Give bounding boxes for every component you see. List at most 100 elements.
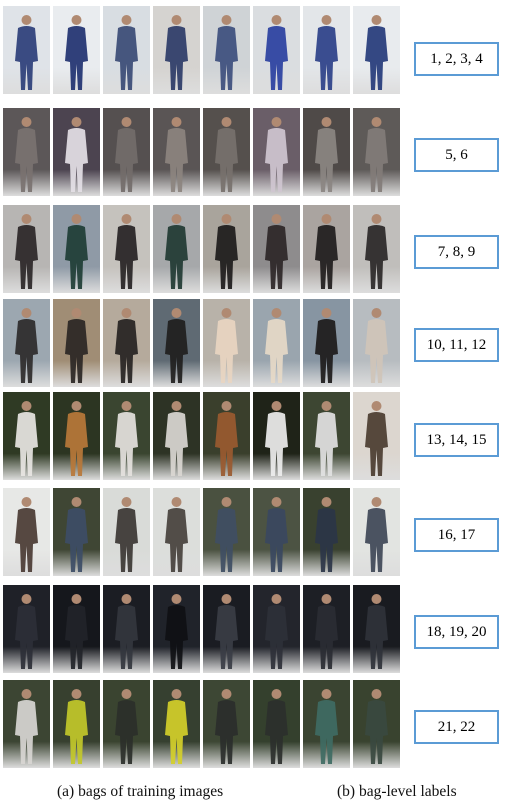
person-figure-icon [115, 401, 138, 476]
training-image-thumbnail [353, 585, 400, 673]
person-figure-icon [265, 308, 288, 383]
training-image-thumbnail [103, 488, 150, 576]
person-figure-icon [215, 497, 238, 572]
training-image-thumbnail [353, 6, 400, 94]
training-image-thumbnail [103, 205, 150, 293]
person-figure-icon [265, 214, 288, 289]
training-image-thumbnail [103, 299, 150, 387]
training-image-thumbnail [303, 585, 350, 673]
bag-label-box: 18, 19, 20 [414, 615, 499, 649]
bag-label-box: 16, 17 [414, 518, 499, 552]
training-image-thumbnail [53, 299, 100, 387]
training-image-bags [0, 0, 405, 780]
training-image-thumbnail [153, 585, 200, 673]
training-image-thumbnail [353, 392, 400, 480]
training-image-thumbnail [253, 585, 300, 673]
person-figure-icon [215, 594, 238, 669]
person-figure-icon [315, 689, 338, 764]
person-figure-icon [315, 401, 338, 476]
bag-label-box: 1, 2, 3, 4 [414, 42, 499, 76]
person-figure-icon [115, 15, 138, 90]
training-image-thumbnail [3, 108, 50, 196]
person-figure-icon [15, 594, 38, 669]
person-figure-icon [15, 308, 38, 383]
person-figure-icon [15, 15, 38, 90]
person-figure-icon [315, 15, 338, 90]
training-image-thumbnail [253, 205, 300, 293]
person-figure-icon [265, 497, 288, 572]
person-figure-icon [15, 214, 38, 289]
person-figure-icon [365, 497, 388, 572]
person-figure-icon [265, 594, 288, 669]
person-figure-icon [315, 117, 338, 192]
caption-training-images: (a) bags of training images [57, 783, 224, 800]
training-image-thumbnail [203, 585, 250, 673]
training-image-thumbnail [53, 108, 100, 196]
person-figure-icon [115, 214, 138, 289]
person-figure-icon [215, 401, 238, 476]
training-image-thumbnail [253, 6, 300, 94]
person-figure-icon [15, 689, 38, 764]
person-figure-icon [315, 214, 338, 289]
person-figure-icon [65, 401, 88, 476]
person-figure-icon [215, 15, 238, 90]
person-figure-icon [115, 497, 138, 572]
person-figure-icon [115, 689, 138, 764]
training-image-thumbnail [3, 680, 50, 768]
training-image-thumbnail [303, 299, 350, 387]
training-image-thumbnail [253, 299, 300, 387]
person-figure-icon [365, 594, 388, 669]
training-image-thumbnail [253, 392, 300, 480]
person-figure-icon [65, 214, 88, 289]
person-figure-icon [165, 117, 188, 192]
training-image-thumbnail [53, 6, 100, 94]
training-image-thumbnail [153, 392, 200, 480]
person-figure-icon [15, 401, 38, 476]
training-image-thumbnail [53, 488, 100, 576]
person-figure-icon [265, 15, 288, 90]
person-figure-icon [165, 689, 188, 764]
person-figure-icon [365, 15, 388, 90]
training-image-thumbnail [53, 392, 100, 480]
training-image-thumbnail [353, 488, 400, 576]
training-image-thumbnail [3, 6, 50, 94]
person-figure-icon [65, 594, 88, 669]
person-figure-icon [265, 401, 288, 476]
person-figure-icon [65, 117, 88, 192]
training-image-thumbnail [353, 108, 400, 196]
training-image-thumbnail [253, 488, 300, 576]
person-figure-icon [165, 497, 188, 572]
training-image-thumbnail [253, 680, 300, 768]
person-figure-icon [65, 689, 88, 764]
person-figure-icon [365, 117, 388, 192]
person-figure-icon [265, 689, 288, 764]
training-image-thumbnail [253, 108, 300, 196]
caption-bag-level-labels: (b) bag-level labels [337, 783, 457, 800]
person-figure-icon [215, 308, 238, 383]
person-figure-icon [215, 117, 238, 192]
training-image-thumbnail [3, 392, 50, 480]
person-figure-icon [315, 497, 338, 572]
person-figure-icon [15, 117, 38, 192]
bag-label-box: 21, 22 [414, 710, 499, 744]
person-figure-icon [165, 594, 188, 669]
training-image-thumbnail [303, 205, 350, 293]
person-figure-icon [65, 15, 88, 90]
person-figure-icon [215, 689, 238, 764]
bag-label-box: 10, 11, 12 [414, 328, 499, 362]
training-image-thumbnail [153, 299, 200, 387]
person-figure-icon [365, 308, 388, 383]
training-image-thumbnail [103, 6, 150, 94]
training-image-thumbnail [353, 299, 400, 387]
training-image-thumbnail [103, 108, 150, 196]
training-image-thumbnail [353, 680, 400, 768]
person-figure-icon [365, 214, 388, 289]
person-figure-icon [165, 401, 188, 476]
training-image-thumbnail [103, 585, 150, 673]
training-image-thumbnail [53, 680, 100, 768]
training-image-thumbnail [103, 680, 150, 768]
bag-label-box: 5, 6 [414, 138, 499, 172]
bag-label-box: 13, 14, 15 [414, 423, 499, 457]
training-image-thumbnail [3, 205, 50, 293]
training-image-thumbnail [3, 585, 50, 673]
